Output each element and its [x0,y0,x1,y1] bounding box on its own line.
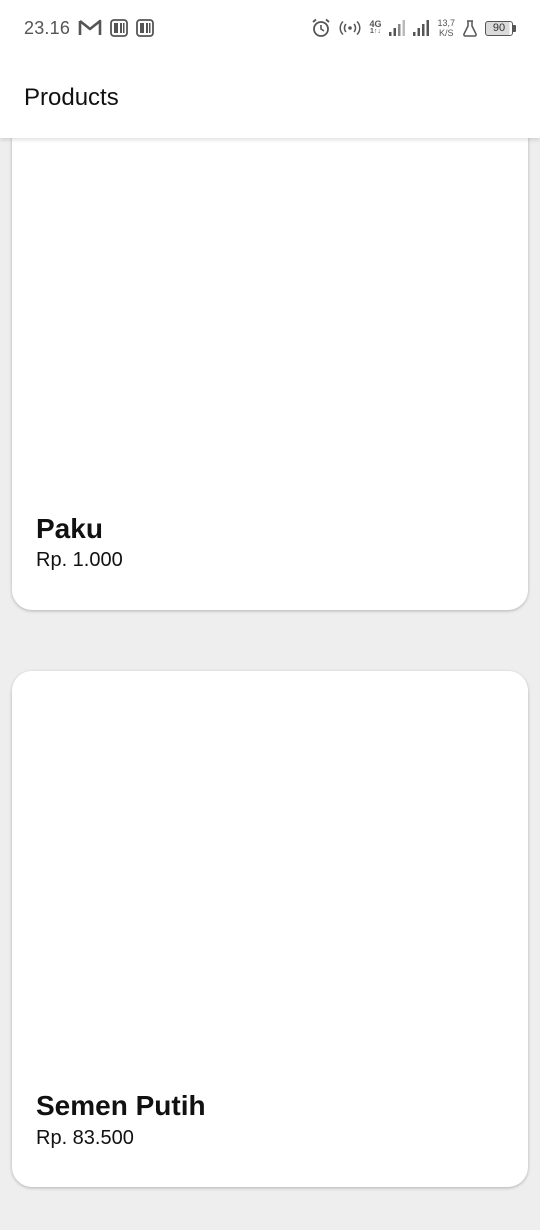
notification-app-icon [136,19,154,37]
product-price: Rp. 1.000 [36,549,123,571]
network-speed-unit: K/S [438,28,454,38]
flask-icon [463,19,477,37]
product-image [12,671,528,1011]
battery-cap [513,24,516,32]
product-price: Rp. 83.500 [36,1127,134,1149]
product-image [12,138,528,438]
network-speed-value: 13,7 [437,18,455,28]
battery-icon: 90 [485,20,516,36]
product-name: Paku [36,513,103,544]
status-time: 23.16 [24,17,71,38]
signal-icon [413,19,430,37]
product-card[interactable]: Paku Rp. 1.000 [12,138,528,610]
battery-level: 90 [485,20,513,36]
status-bar: 23.16 4G 1↑↓ 13,7 K/S 90 [0,0,540,56]
product-list[interactable]: Paku Rp. 1.000 Semen Putih Rp. 83.500 [0,138,540,1230]
network-speed: 13,7 K/S [437,18,455,38]
network-type-label: 4G [369,19,382,29]
app-bar: Products [0,56,540,138]
alarm-icon [311,18,331,38]
product-card[interactable]: Semen Putih Rp. 83.500 [12,671,528,1187]
gmail-icon [78,19,102,37]
network-type: 4G 1↑↓ [369,20,381,36]
status-bar-right: 4G 1↑↓ 13,7 K/S 90 [311,18,516,38]
status-bar-left: 23.16 [24,18,154,39]
product-name: Semen Putih [36,1090,206,1121]
page-title: Products [24,84,119,111]
signal-icon [389,19,406,37]
notification-app-icon [110,19,128,37]
hotspot-icon [339,20,361,36]
network-activity-label: 1↑↓ [370,28,381,35]
